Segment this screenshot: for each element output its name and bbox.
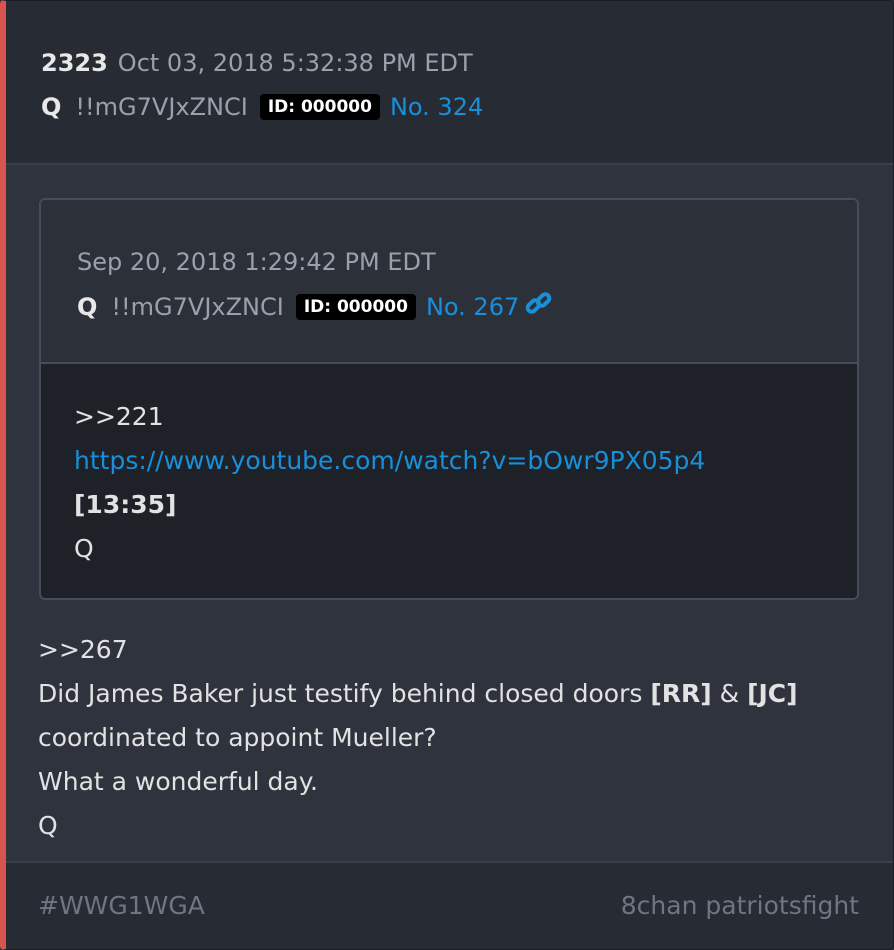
- timestamp-text: [13:35]: [74, 490, 177, 519]
- post-date: Oct 03, 2018 5:32:38 PM EDT: [117, 49, 473, 77]
- quoted-post-body: >>221 https://www.youtube.com/watch?v=bO…: [41, 364, 857, 598]
- post-card: 2323 Oct 03, 2018 5:32:38 PM EDT Q !!mG7VJ…: [0, 0, 894, 950]
- post-meta-line: 2323 Oct 03, 2018 5:32:38 PM EDT: [41, 48, 473, 78]
- author-name: Q: [41, 93, 62, 121]
- quoted-post: Sep 20, 2018 1:29:42 PM EDT Q !!mG7VJxZNC…: [39, 198, 859, 600]
- quoted-post-date: Sep 20, 2018 1:29:42 PM EDT: [77, 248, 436, 276]
- jc-tag: [JC]: [747, 679, 798, 708]
- body-signature: Q: [38, 811, 58, 840]
- quoted-id-badge: ID: 000000: [295, 294, 416, 320]
- body-line-1-text: Did James Baker just testify behind clos…: [38, 679, 651, 708]
- quoted-reply-ref[interactable]: >>221: [74, 402, 164, 432]
- youtube-link[interactable]: https://www.youtube.com/watch?v=bOwr9PX0…: [74, 446, 705, 476]
- link-icon[interactable]: [525, 291, 553, 324]
- rr-tag: [RR]: [650, 679, 712, 708]
- quoted-post-author-line: Q !!mG7VJxZNCI ID: 000000 No. 267: [77, 291, 553, 324]
- quoted-tripcode: !!mG7VJxZNCI: [111, 293, 284, 321]
- hashtag[interactable]: #WWG1WGA: [38, 891, 205, 921]
- post-number-link[interactable]: No. 324: [390, 93, 483, 121]
- id-badge: ID: 000000: [259, 94, 380, 120]
- post-footer: #WWG1WGA 8chan patriotsfight: [6, 861, 893, 949]
- tripcode: !!mG7VJxZNCI: [75, 93, 248, 121]
- body-line-2: coordinated to appoint Mueller?: [38, 723, 437, 752]
- post-author-line: Q !!mG7VJxZNCI ID: 000000 No. 324: [41, 92, 483, 122]
- source-label: 8chan patriotsfight: [620, 891, 859, 920]
- quoted-post-number-link[interactable]: No. 267: [426, 293, 519, 321]
- post-count: 2323: [41, 49, 108, 77]
- reply-ref[interactable]: >>267: [38, 635, 128, 665]
- ampersand: &: [711, 679, 748, 708]
- body-line-1: Did James Baker just testify behind clos…: [38, 679, 798, 709]
- quoted-signature: Q: [74, 534, 94, 563]
- post-header: 2323 Oct 03, 2018 5:32:38 PM EDT Q !!mG7VJ…: [6, 1, 893, 165]
- quoted-author-name: Q: [77, 293, 98, 321]
- quoted-post-header: Sep 20, 2018 1:29:42 PM EDT Q !!mG7VJxZNC…: [41, 200, 857, 364]
- body-line-3: What a wonderful day.: [38, 767, 318, 796]
- quoted-post-date-line: Sep 20, 2018 1:29:42 PM EDT: [77, 247, 436, 277]
